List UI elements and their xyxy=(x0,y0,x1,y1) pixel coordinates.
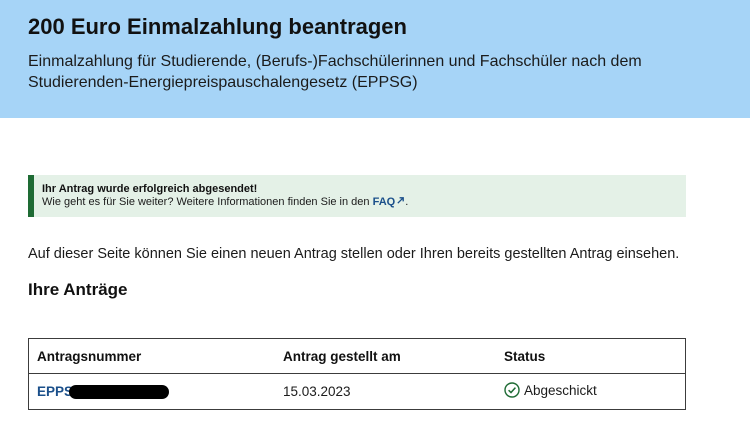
external-link-icon xyxy=(397,197,405,204)
redaction-bar xyxy=(69,385,170,400)
application-status-cell: Abgeschickt xyxy=(496,374,686,410)
faq-link[interactable]: FAQ xyxy=(373,196,406,208)
column-header-number: Antragsnummer xyxy=(28,338,275,374)
application-number-cell: EPPS xyxy=(29,374,276,410)
application-number: EPPS xyxy=(37,383,74,399)
table-header-row: Antragsnummer Antrag gestellt am Status xyxy=(28,338,686,374)
application-number-link[interactable]: EPPS xyxy=(37,383,170,400)
applications-heading: Ihre Anträge xyxy=(28,280,128,299)
intro-text: Auf dieser Seite können Sie einen neuen … xyxy=(28,246,680,262)
application-date: 15.03.2023 xyxy=(283,384,351,399)
page-title: 200 Euro Einmalzahlung beantragen xyxy=(28,14,407,39)
alert-body: Wie geht es für Sie weiter? Weitere Info… xyxy=(42,196,686,209)
column-header-status: Status xyxy=(496,338,686,374)
alert-title: Ihr Antrag wurde erfolgreich abgesendet! xyxy=(42,183,258,195)
status-text: Abgeschickt xyxy=(524,382,597,398)
alert-body-suffix: . xyxy=(405,196,409,208)
success-alert: Ihr Antrag wurde erfolgreich abgesendet!… xyxy=(28,175,686,217)
page-header: 200 Euro Einmalzahlung beantragen Einmal… xyxy=(0,0,750,118)
table-row: EPPS 15.03.2023 Abgeschickt xyxy=(29,374,686,410)
column-header-date: Antrag gestellt am xyxy=(275,338,496,374)
page-subtitle: Einmalzahlung für Studierende, (Berufs-)… xyxy=(28,53,642,91)
faq-link-label: FAQ xyxy=(372,196,396,208)
applications-table: Antragsnummer Antrag gestellt am Status … xyxy=(28,338,686,410)
check-circle-icon xyxy=(504,382,520,398)
alert-body-text: Wie geht es für Sie weiter? Weitere Info… xyxy=(42,196,373,208)
